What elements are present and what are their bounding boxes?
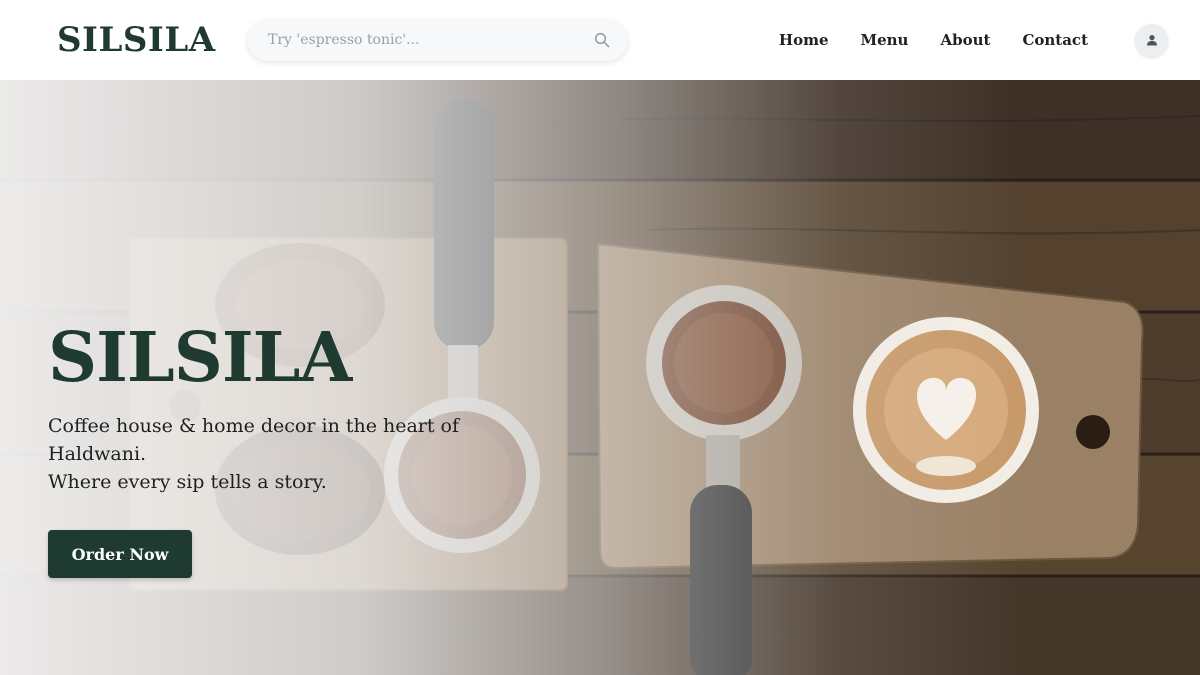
nav-contact[interactable]: Contact bbox=[1022, 29, 1088, 51]
brand-logo[interactable]: SILSILA bbox=[57, 20, 216, 60]
nav-menu[interactable]: Menu bbox=[861, 29, 909, 51]
hero-subtitle-line2: Where every sip tells a story. bbox=[48, 471, 327, 493]
nav-home[interactable]: Home bbox=[779, 29, 829, 51]
site-header: SILSILA Home Menu About Contact bbox=[0, 0, 1200, 80]
search-input[interactable] bbox=[268, 32, 594, 48]
order-now-button[interactable]: Order Now bbox=[48, 530, 192, 578]
hero-subtitle: Coffee house & home decor in the heart o… bbox=[48, 412, 548, 496]
user-icon bbox=[1146, 31, 1158, 50]
search-bar[interactable] bbox=[247, 19, 628, 61]
search-icon[interactable] bbox=[594, 32, 610, 48]
hero-section: SILSILA Coffee house & home decor in the… bbox=[0, 80, 1200, 675]
nav-about[interactable]: About bbox=[940, 29, 990, 51]
user-avatar-button[interactable] bbox=[1135, 24, 1168, 57]
hero-content: SILSILA Coffee house & home decor in the… bbox=[48, 318, 608, 578]
hero-subtitle-line1: Coffee house & home decor in the heart o… bbox=[48, 415, 460, 465]
hero-title: SILSILA bbox=[48, 318, 352, 398]
main-nav: Home Menu About Contact bbox=[779, 29, 1088, 51]
